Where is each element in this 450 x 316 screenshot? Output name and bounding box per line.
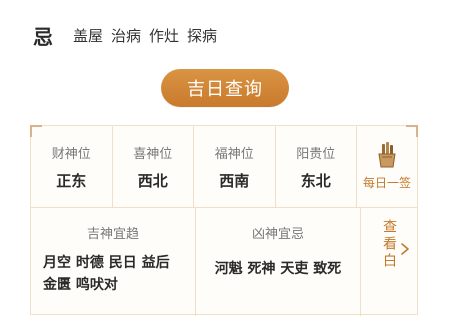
daily-sign-button[interactable]: 每日一签 xyxy=(357,126,417,207)
joy-deity-cell: 喜神位 西北 xyxy=(113,126,194,207)
position-label: 喜神位 xyxy=(133,146,173,162)
daily-sign-label: 每日一签 xyxy=(362,176,411,190)
avoid-items: 盖屋 治病 作灶 探病 xyxy=(73,25,217,46)
avoid-item: 探病 xyxy=(187,26,218,45)
view-more-label: 查看白 xyxy=(381,219,397,270)
inauspicious-deities-label: 凶神宜忌 xyxy=(251,227,304,242)
fortune-sticks-icon xyxy=(378,142,396,168)
deity-direction-card: 财神位 正东 喜神位 西北 福神位 西南 阳贵位 东北 每日一签 吉神宜趋 月空… xyxy=(30,125,418,316)
chevron-right-icon xyxy=(401,243,409,255)
position-value: 西南 xyxy=(219,171,250,190)
avoid-item: 治病 xyxy=(111,26,142,45)
avoid-row: 忌 盖屋 治病 作灶 探病 xyxy=(33,18,217,52)
wealth-deity-cell: 财神位 正东 xyxy=(31,126,113,207)
avoid-title: 忌 xyxy=(33,24,53,49)
position-label: 阳贵位 xyxy=(296,146,336,162)
auspicious-deities-label: 吉神宜趋 xyxy=(86,227,139,242)
avoid-item: 作灶 xyxy=(149,26,180,45)
auspicious-day-query-button[interactable]: 吉日查询 xyxy=(161,69,289,107)
direction-row: 财神位 正东 喜神位 西北 福神位 西南 阳贵位 东北 每日一签 xyxy=(31,126,417,208)
position-label: 福神位 xyxy=(214,146,254,162)
inauspicious-deities-text: 河魁 死神 天吏 致死 xyxy=(214,261,342,277)
position-value: 正东 xyxy=(56,171,87,190)
position-value: 东北 xyxy=(300,171,331,190)
yang-noble-cell: 阳贵位 东北 xyxy=(276,126,357,207)
auspicious-deities-text: 月空 时德 民日 益后 金匮 鸣吠对 xyxy=(43,255,170,293)
fortune-deity-cell: 福神位 西南 xyxy=(194,126,276,207)
position-value: 西北 xyxy=(137,171,168,190)
avoid-item: 盖屋 xyxy=(73,26,104,45)
position-label: 财神位 xyxy=(51,146,91,162)
